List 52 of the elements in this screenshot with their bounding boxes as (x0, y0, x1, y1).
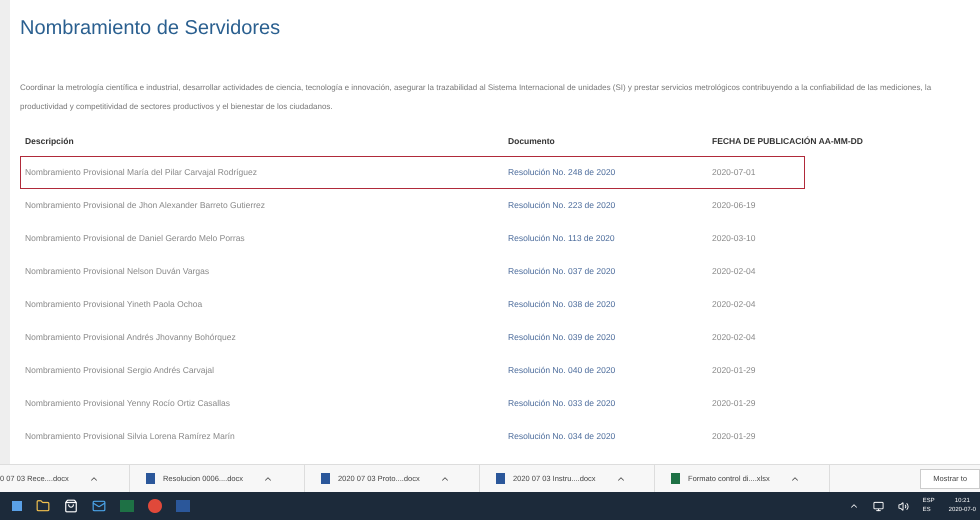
document-link[interactable]: Resolución No. 040 de 2020 (508, 364, 712, 377)
document-link[interactable]: Resolución No. 038 de 2020 (508, 298, 712, 311)
table-row[interactable]: Nombramiento Provisional Andrés Jhovanny Bohórquez Resolución No. 039 de 2020 2020-02-04 (20, 321, 805, 354)
spreadsheet-file-icon (671, 473, 680, 484)
column-header: Documento (508, 134, 556, 148)
description-cell-text: Nombramiento Provisional María del Pilar Carvajal Rodríguez (25, 166, 258, 179)
document-link[interactable]: Resolución No. 248 de 2020 (508, 166, 712, 179)
document-link[interactable]: Resolución No. 033 de 2020 (508, 397, 712, 410)
start-icon[interactable] (12, 501, 22, 511)
date-cell: 2020-02-04 (712, 331, 756, 344)
document-file-icon (496, 473, 505, 484)
network-icon[interactable] (872, 500, 884, 512)
page-title: Nombramiento de Servidores (20, 16, 282, 41)
description-cell-text: Nombramiento Provisional Sergio Andrés Carvajal (25, 364, 215, 377)
description-cell-text: Nombramiento Provisional Yineth Paola Ochoa (25, 298, 204, 311)
speaker-icon[interactable] (898, 500, 909, 512)
description-cell-text: Nombramiento Provisional de Daniel Gerardo Melo Porras (25, 232, 246, 245)
description-cell-text: Nombramiento Provisional Andrés Jhovanny Bohórquez (25, 331, 237, 344)
table-row[interactable]: Nombramiento Provisional Sergio Andrés Carvajal Resolución No. 040 de 2020 2020-01-29 (20, 354, 805, 387)
table-row[interactable]: Nombramiento Provisional Nelson Duván Vargas Resolución No. 037 de 2020 2020-02-04 (20, 255, 805, 288)
description-cell-text: Nombramiento Provisional Nelson Duván Vargas (25, 265, 210, 278)
table-row[interactable]: Nombramiento Provisional Silvia Lorena Ramírez Marín Resolución No. 034 de 2020 2020-01-29 (20, 420, 805, 453)
mail-icon[interactable] (92, 499, 106, 513)
description-cell-text: Nombramiento Provisional Silvia Lorena Ramírez Marín (25, 430, 236, 443)
table-row[interactable]: Nombramiento Provisional de Jhon Alexander Barreto Gutierrez Resolución No. 223 de 2020 2020-06-19 (20, 189, 805, 222)
column-header: FECHA DE PUBLICACIÓN AA-MM-DD (712, 134, 863, 148)
description-cell-text: Nombramiento Provisional Yenny Rocío Ortiz Casallas (25, 397, 232, 410)
document-file-icon (146, 473, 155, 484)
document-link[interactable]: Resolución No. 113 de 2020 (508, 232, 712, 245)
date-cell: 2020-06-19 (712, 199, 756, 212)
date-cell: 2020-01-29 (712, 430, 756, 443)
document-link[interactable]: Resolución No. 223 de 2020 (508, 199, 712, 212)
date-cell: 2020-01-29 (712, 397, 756, 410)
date-cell: 2020-01-29 (712, 364, 756, 377)
table-row[interactable]: Nombramiento Provisional de Daniel Gerardo Melo Porras Resolución No. 113 de 2020 2020-03-10 (20, 222, 805, 255)
date-cell: 2020-02-04 (712, 265, 756, 278)
folder-icon[interactable] (36, 499, 50, 513)
date-cell: 2020-02-04 (712, 298, 756, 311)
intro-paragraph: Coordinar la metrología científica e industrial, desarrollar actividades de ciencia, tecnología e innovación, asegurar la trazabilidad al Sistema Internacional de unidades (SI) y prestar servicios metrológicos contribuyendo a la confiabilidad de las mediciones, la productividad y competitividad de sectores productivos y el bienestar de los ciudadanos. (20, 82, 932, 113)
date-cell: 2020-03-10 (712, 232, 756, 245)
column-header: Descripción (25, 134, 75, 148)
store-icon[interactable] (64, 499, 78, 513)
document-link[interactable]: Resolución No. 037 de 2020 (508, 265, 712, 278)
date-cell: 2020-07-01 (712, 166, 756, 179)
document-file-icon (321, 473, 330, 484)
document-link[interactable]: Resolución No. 039 de 2020 (508, 331, 712, 344)
table-row[interactable]: Nombramiento Provisional María del Pilar Carvajal Rodríguez Resolución No. 248 de 2020 2020-07-01 (20, 156, 805, 189)
table-row[interactable]: Nombramiento Provisional Yineth Paola Ochoa Resolución No. 038 de 2020 2020-02-04 (20, 288, 805, 321)
table-row[interactable]: Nombramiento Provisional Yenny Rocío Ortiz Casallas Resolución No. 033 de 2020 2020-01-29 (20, 387, 805, 420)
description-cell-text: Nombramiento Provisional de Jhon Alexander Barreto Gutierrez (25, 199, 266, 212)
browser-icon[interactable] (148, 499, 162, 513)
document-link[interactable]: Resolución No. 034 de 2020 (508, 430, 712, 443)
